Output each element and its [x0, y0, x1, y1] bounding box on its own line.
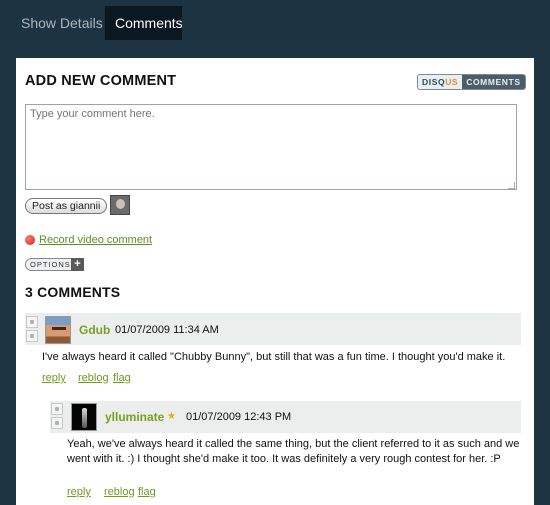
star-icon: ★ [167, 411, 176, 422]
comment-body: Yeah, we've always heard it called the s… [67, 438, 520, 465]
options-button[interactable]: OPTIONS [25, 258, 76, 271]
comment-input[interactable] [25, 104, 517, 190]
comments-count-heading: 3 COMMENTS [25, 284, 121, 300]
vote-down-icon[interactable] [51, 417, 63, 429]
comment-date: 01/07/2009 11:34 AM [115, 324, 219, 336]
record-video-link[interactable]: Record video comment [39, 234, 152, 246]
tab-bar: Show Details Comments [0, 0, 550, 40]
avatar [110, 195, 130, 215]
comment-body: I've always heard it called "Chubby Bunn… [42, 351, 506, 363]
avatar[interactable] [45, 316, 71, 344]
post-comment-button[interactable]: Post as giannii [25, 198, 108, 214]
comment-author[interactable]: ylluminate [105, 410, 164, 424]
vote-up-icon[interactable] [51, 403, 63, 415]
tab-comments[interactable]: Comments [105, 6, 183, 40]
comment-date: 01/07/2009 12:43 PM [186, 411, 292, 423]
vote-down-icon[interactable] [26, 330, 38, 342]
comment-author[interactable]: Gdub [79, 323, 110, 337]
reply-link[interactable]: reply [67, 486, 91, 498]
disqus-logo-comments: COMMENTS [462, 75, 525, 89]
tab-show-details[interactable]: Show Details [11, 6, 113, 40]
vote-up-icon[interactable] [26, 316, 38, 328]
flag-link[interactable]: flag [113, 372, 131, 384]
disqus-logo-text: DISQUS [418, 75, 463, 89]
flag-link[interactable]: flag [138, 486, 156, 498]
reblog-link[interactable]: reblog [78, 372, 109, 384]
reply-link[interactable]: reply [42, 372, 66, 384]
comments-panel: ADD NEW COMMENT DISQUS COMMENTS Post as … [16, 58, 534, 505]
disqus-comments-logo[interactable]: DISQUS COMMENTS [417, 74, 526, 90]
reblog-link[interactable]: reblog [104, 486, 135, 498]
record-icon[interactable] [25, 235, 35, 245]
resize-grip-icon[interactable] [508, 182, 515, 189]
add-comment-heading: ADD NEW COMMENT [25, 73, 177, 89]
avatar[interactable] [71, 403, 97, 431]
plus-icon[interactable]: + [71, 258, 84, 271]
